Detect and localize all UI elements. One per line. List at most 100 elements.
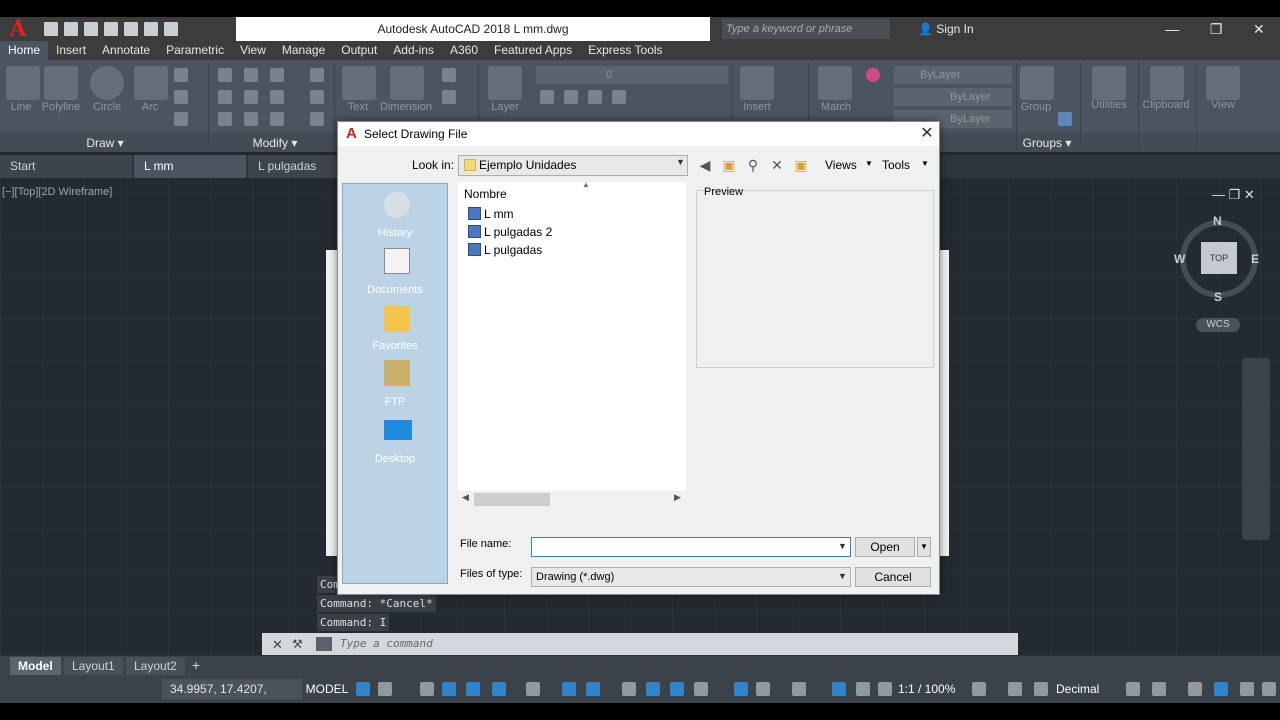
gizmo-icon[interactable]: [792, 682, 806, 696]
isometric-icon[interactable]: [526, 682, 540, 696]
move-icon[interactable]: [218, 68, 232, 82]
wcs-menu[interactable]: WCS: [1196, 318, 1240, 332]
selection-cycling-icon[interactable]: [670, 682, 684, 696]
tab-view[interactable]: View: [232, 41, 274, 60]
scroll-left-icon[interactable]: ◀: [462, 492, 469, 503]
linetype-dropdown[interactable]: ByLayer: [894, 88, 1012, 106]
match-properties-icon[interactable]: [818, 66, 852, 100]
layout2-tab[interactable]: Layout2: [126, 657, 185, 675]
history-icon[interactable]: [384, 192, 410, 218]
wrench-icon[interactable]: ⚒: [292, 637, 303, 651]
scale-icon[interactable]: [244, 112, 258, 126]
ortho-icon[interactable]: [466, 682, 480, 696]
compass-west[interactable]: W: [1174, 252, 1185, 266]
polar-tracking-icon[interactable]: [492, 682, 506, 696]
customization-icon[interactable]: [1262, 682, 1276, 696]
add-layout-icon[interactable]: +: [192, 657, 200, 673]
create-folder-icon[interactable]: ▣: [792, 156, 810, 174]
close-command-line-icon[interactable]: ✕: [272, 637, 283, 653]
tab-express-tools[interactable]: Express Tools: [580, 41, 670, 60]
color-wheel-icon[interactable]: [866, 68, 880, 82]
tools-dropdown-icon[interactable]: ▼: [921, 159, 929, 168]
object-snap-tracking-icon[interactable]: [562, 682, 576, 696]
dialog-close-icon[interactable]: ✕: [918, 124, 936, 144]
redo-icon[interactable]: [164, 22, 178, 36]
application-menu-button[interactable]: A: [0, 17, 36, 41]
file-tab-l-pulgadas[interactable]: L pulgadas: [248, 155, 338, 178]
line-tool-icon[interactable]: [6, 66, 40, 100]
back-arrow-icon[interactable]: ◀: [696, 156, 714, 174]
tab-a360[interactable]: A360: [442, 41, 486, 60]
dynamic-ucs-icon[interactable]: [734, 682, 748, 696]
place-ftp[interactable]: FTP: [343, 396, 447, 408]
file-tab-l-mm[interactable]: L mm: [134, 155, 246, 178]
command-prompt-icon[interactable]: [316, 637, 332, 651]
copy-icon[interactable]: [218, 90, 232, 104]
leader-icon[interactable]: [442, 68, 456, 82]
open-file-icon[interactable]: [64, 22, 78, 36]
chevron-down-icon[interactable]: ▼: [676, 157, 685, 167]
offset-icon[interactable]: [310, 112, 324, 126]
save-icon[interactable]: [84, 22, 98, 36]
workspace-gear-icon[interactable]: [972, 682, 986, 696]
files-of-type-dropdown[interactable]: Drawing (*.dwg): [531, 567, 851, 587]
layer-properties-icon[interactable]: [488, 66, 522, 100]
views-menu[interactable]: Views: [825, 158, 857, 172]
place-favorites[interactable]: Favorites: [343, 340, 447, 352]
desktop-icon[interactable]: [384, 420, 412, 440]
snap-icon[interactable]: [378, 682, 392, 696]
color-dropdown[interactable]: ByLayer: [894, 66, 1012, 84]
print-icon[interactable]: [124, 22, 138, 36]
3d-osnap-icon[interactable]: [694, 682, 708, 696]
viewport-restore-icon[interactable]: ❐: [1229, 187, 1241, 202]
layer-freeze-icon[interactable]: [588, 90, 602, 104]
annotation-scale-icon[interactable]: [878, 682, 892, 696]
sign-in-button[interactable]: 👤 Sign In: [918, 17, 1028, 41]
text-tool-icon[interactable]: [342, 66, 376, 100]
clipboard-icon[interactable]: [1150, 66, 1184, 100]
new-file-icon[interactable]: [44, 22, 58, 36]
model-tab[interactable]: Model: [10, 657, 61, 675]
minimize-icon[interactable]: —: [1165, 21, 1179, 37]
cancel-button[interactable]: Cancel: [855, 567, 931, 587]
erase-icon[interactable]: [310, 68, 324, 82]
boundary-icon[interactable]: [174, 112, 188, 126]
look-in-dropdown[interactable]: Ejemplo Unidades: [458, 155, 688, 176]
search-web-icon[interactable]: ⚲: [744, 156, 762, 174]
isolate-objects-icon[interactable]: [1188, 682, 1202, 696]
open-options-dropdown-icon[interactable]: ▼: [917, 537, 931, 557]
auto-scale-icon[interactable]: [856, 682, 870, 696]
rotate-icon[interactable]: [244, 68, 258, 82]
tab-home[interactable]: Home: [0, 41, 49, 60]
list-item[interactable]: L pulgadas 2: [468, 224, 552, 240]
start-tab[interactable]: Start: [0, 155, 132, 178]
place-history[interactable]: History: [343, 227, 447, 239]
units-icon[interactable]: [1034, 682, 1048, 696]
annotation-monitor-icon[interactable]: [1008, 682, 1022, 696]
object-snap-icon[interactable]: [586, 682, 600, 696]
clean-screen-icon[interactable]: [1240, 682, 1254, 696]
layer-dropdown[interactable]: 0: [536, 66, 728, 84]
viewport-minimize-icon[interactable]: —: [1212, 187, 1225, 202]
command-input[interactable]: Type a command: [340, 636, 1000, 652]
layout1-tab[interactable]: Layout1: [64, 657, 123, 675]
layer-off-icon[interactable]: [540, 90, 554, 104]
dynamic-input-icon[interactable]: [442, 682, 456, 696]
viewport-close-icon[interactable]: ✕: [1244, 187, 1255, 202]
place-desktop[interactable]: Desktop: [343, 453, 447, 465]
insert-block-icon[interactable]: [740, 66, 774, 100]
tools-menu[interactable]: Tools: [882, 158, 910, 172]
views-dropdown-icon[interactable]: ▼: [865, 159, 873, 168]
list-item[interactable]: L mm: [468, 206, 514, 222]
scrollbar-thumb[interactable]: [474, 493, 550, 506]
lock-ui-icon[interactable]: [1152, 682, 1166, 696]
grid-icon[interactable]: [356, 682, 370, 696]
dimension-tool-icon[interactable]: [390, 66, 424, 100]
list-item[interactable]: L pulgadas: [468, 242, 542, 258]
tab-output[interactable]: Output: [333, 41, 385, 60]
utilities-icon[interactable]: [1092, 66, 1126, 100]
array-icon[interactable]: [270, 112, 284, 126]
draw-group-label[interactable]: Draw ▾: [60, 134, 150, 152]
model-space-button[interactable]: MODEL: [304, 679, 350, 699]
tab-insert[interactable]: Insert: [48, 41, 94, 60]
